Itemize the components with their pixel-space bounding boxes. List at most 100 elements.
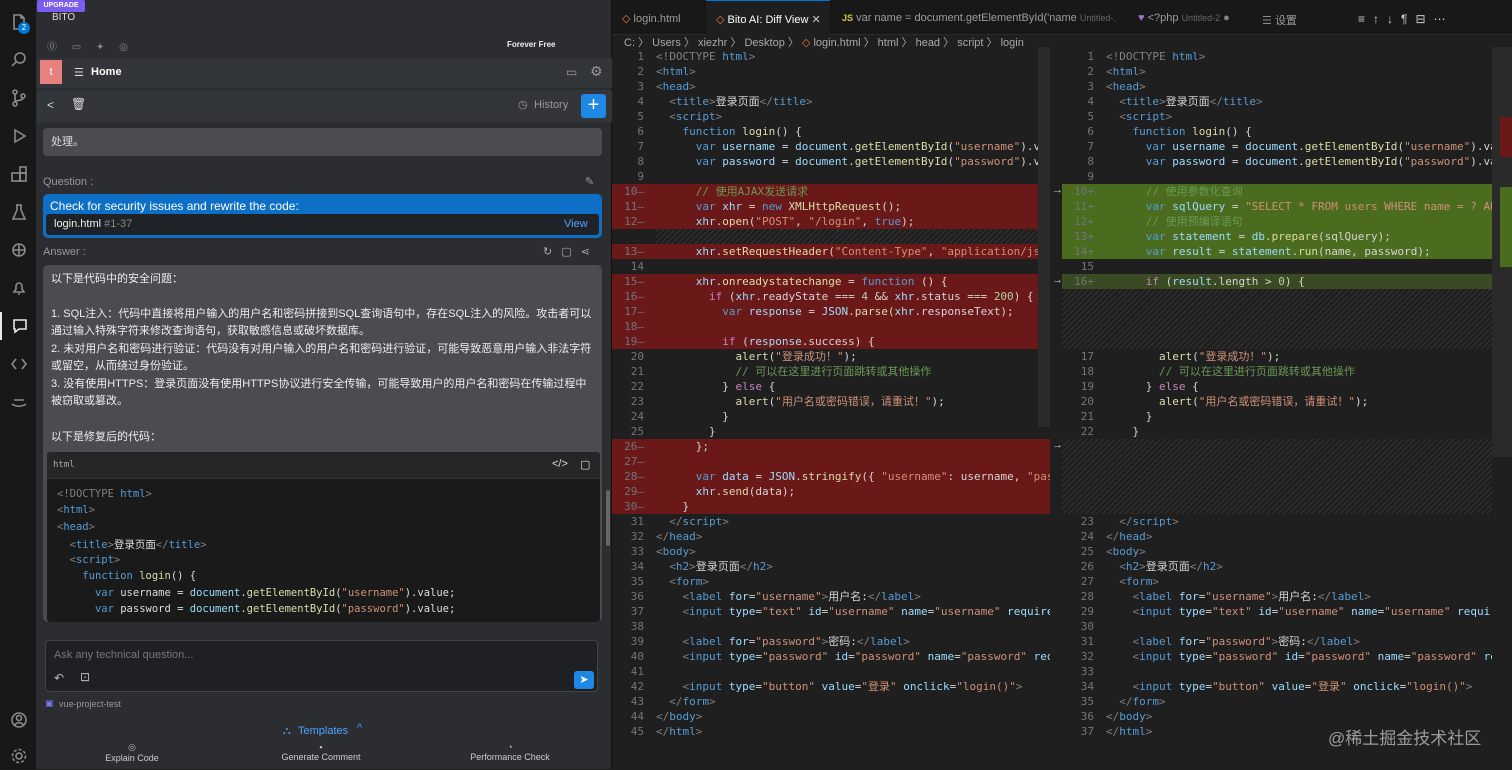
chat-input-box: ↶ ⊡ ➤ — [45, 640, 598, 692]
history-button[interactable]: History — [534, 99, 568, 111]
code-line: 6 function login() { — [637, 125, 802, 138]
tab-diff-view[interactable]: ◇ Bito AI: Diff View ✕ — [706, 0, 830, 35]
code-line: 31 </script> — [630, 515, 729, 528]
code-line: 45 </html> — [630, 725, 703, 738]
chevron-up-icon[interactable]: ^ — [357, 722, 362, 734]
diff-filler — [1062, 439, 1492, 514]
share-icon[interactable]: < — [47, 98, 54, 112]
trash-icon[interactable]: 🗑 — [71, 97, 86, 111]
account-icon[interactable] — [0, 706, 37, 734]
run-debug-icon[interactable] — [0, 122, 37, 150]
answer-scrollbar[interactable] — [606, 490, 610, 546]
screen-icon[interactable]: ▭ — [566, 65, 577, 79]
home-label[interactable]: Home — [91, 66, 122, 78]
code-line: 36 <label for="username">用户名:</label> — [630, 590, 921, 603]
undo-icon[interactable]: ↶ — [54, 671, 64, 685]
code-line: <script> — [69, 554, 121, 566]
code-line: 3 <head> — [637, 80, 696, 93]
code-language: html — [53, 460, 75, 470]
chat-input[interactable] — [54, 647, 574, 663]
edit-pencil-icon[interactable]: ✎ — [585, 175, 594, 188]
code-line: 38 — [630, 620, 644, 633]
aws-icon[interactable] — [0, 388, 37, 416]
added-line: 11+ var sqlQuery = "SELECT * FROM users … — [1062, 199, 1492, 214]
code-line: 4 <title>登录页面</title> — [1087, 95, 1263, 108]
added-line: 10+ // 使用参数化查询 — [1062, 184, 1492, 199]
bito-chat-icon[interactable] — [0, 312, 37, 340]
code-line: 15 — [1080, 260, 1094, 273]
code-line: 24 } — [630, 410, 729, 423]
view-link[interactable]: View — [564, 218, 588, 230]
original-scrollbar[interactable] — [1038, 47, 1050, 427]
answer-line: 通过输入特殊字符来修改查询语句，获取敏感信息或破坏数据库。 — [51, 325, 370, 337]
answer-box: 以下是代码中的安全问题： 1. SQL注入：代码中直接将用户输入的用户名和密码拼… — [43, 265, 602, 622]
tab-label: <?php — [1147, 12, 1179, 24]
history-icon[interactable]: ◷ — [518, 98, 528, 111]
question-text: Check for security issues and rewrite th… — [50, 199, 299, 213]
generate-comment-button[interactable]: ▪ Generate Comment — [261, 742, 381, 762]
explain-code-button[interactable]: ◎ Explain Code — [72, 742, 192, 763]
bell-icon[interactable] — [0, 274, 37, 302]
send-button[interactable]: ➤ — [574, 671, 594, 689]
deleted-line: 12— xhr.open("POST", "/login", true); — [612, 214, 1050, 229]
added-line: 13+ var statement = db.prepare(sqlQuery)… — [1062, 229, 1492, 244]
performance-check-button[interactable]: ◔ Performance Check — [450, 742, 570, 762]
code-line: 2 <html> — [637, 65, 696, 78]
code-line: <html> — [57, 504, 95, 516]
tab-untitled-2[interactable]: ♥ <?php Untitled-2 ● — [1128, 0, 1248, 35]
settings-gear-icon[interactable]: ⚙ — [590, 63, 603, 80]
diff-modified-pane[interactable]: 1 <!DOCTYPE html> 2 <html> 3 <head> 4 <titl… — [1062, 47, 1492, 747]
code-line: 22 } — [1080, 425, 1140, 438]
code-block: html </> ▢ <!DOCTYPE html> <html> <head>… — [47, 452, 600, 622]
insert-code-icon[interactable]: </> — [552, 458, 568, 470]
folder-icon: ▣ — [45, 698, 54, 708]
insert-selection-icon[interactable]: ⊡ — [80, 670, 90, 684]
avatar[interactable]: t — [40, 60, 62, 84]
search-icon[interactable] — [0, 46, 37, 74]
code-line: <head> — [57, 521, 95, 533]
templates-toggle[interactable]: Templates — [298, 725, 348, 737]
tab-settings[interactable]: ☰ 设置 — [1252, 0, 1332, 35]
answer-actions[interactable]: ↻▢⋖ — [543, 245, 599, 258]
extensions-icon[interactable] — [0, 160, 37, 188]
code-line: 5 <script> — [637, 110, 723, 123]
new-chat-button[interactable]: + — [581, 94, 606, 118]
code-tags-icon[interactable] — [0, 350, 37, 378]
question-range: #1-37 — [104, 218, 133, 230]
activity-bar: 2 — [0, 0, 37, 769]
upgrade-button[interactable]: UPGRADE — [37, 0, 85, 12]
tab-untitled-1[interactable]: JS var name = document.getElementById('n… — [832, 0, 1115, 35]
forever-free-label: Forever Free — [507, 40, 556, 49]
code-line: 31 <label for="password">密码:</label> — [1080, 635, 1360, 648]
menu-icon[interactable]: ☰ — [74, 66, 84, 79]
openai-icon[interactable] — [0, 236, 37, 264]
code-line: 33 <body> — [630, 545, 696, 558]
deleted-line: 30— } — [612, 499, 1050, 514]
bito-panel: BITO ⓪ ▭ ✦ ◎ Forever Free UPGRADE t ☰ Ho… — [37, 0, 612, 769]
source-control-icon[interactable] — [0, 84, 37, 112]
code-line: 42 <input type="button" value="登录" oncli… — [630, 680, 1023, 693]
code-line: 1 <!DOCTYPE html> — [1087, 50, 1206, 63]
answer-line: 或留空，从而绕过身份验证。 — [51, 360, 194, 372]
copy-icon[interactable]: ▢ — [580, 458, 590, 471]
answer-line: 1. SQL注入：代码中直接将用户输入的用户名和密码拼接到SQL查询语句中，存在… — [51, 308, 592, 320]
tab-label: 设置 — [1274, 15, 1297, 27]
tab-label: Bito AI: Diff View — [727, 14, 809, 26]
question-file: login.html — [54, 218, 102, 230]
answer-line: 以下是代码中的安全问题： — [51, 273, 183, 285]
deleted-line: 16— if (xhr.readyState === 4 && xhr.stat… — [612, 289, 1050, 304]
diff-filler — [656, 229, 1050, 244]
code-line: 35 </form> — [1080, 695, 1166, 708]
code-line: 1 <!DOCTYPE html> — [637, 50, 756, 63]
tab-login-html[interactable]: ◇ login.html — [612, 0, 704, 35]
manage-gear-icon[interactable] — [0, 742, 37, 770]
editor-area: ◇ login.html ◇ Bito AI: Diff View ✕ JS v… — [612, 0, 1512, 769]
code-line: 8 var password = document.getElementById… — [1087, 155, 1492, 168]
diff-original-pane[interactable]: 1 <!DOCTYPE html> 2 <html> 3 <head> 4 <titl… — [612, 47, 1050, 747]
code-line: 7 var username = document.getElementById… — [1087, 140, 1492, 153]
editor-actions[interactable]: ≡↑↓¶⊟⋯ — [1358, 0, 1508, 35]
help-icons[interactable]: ⓪ ▭ ✦ ◎ — [47, 38, 134, 53]
answer-line: 被窃取或篡改。 — [51, 395, 128, 407]
testing-icon[interactable] — [0, 198, 37, 226]
modified-scrollbar[interactable] — [1492, 47, 1512, 457]
